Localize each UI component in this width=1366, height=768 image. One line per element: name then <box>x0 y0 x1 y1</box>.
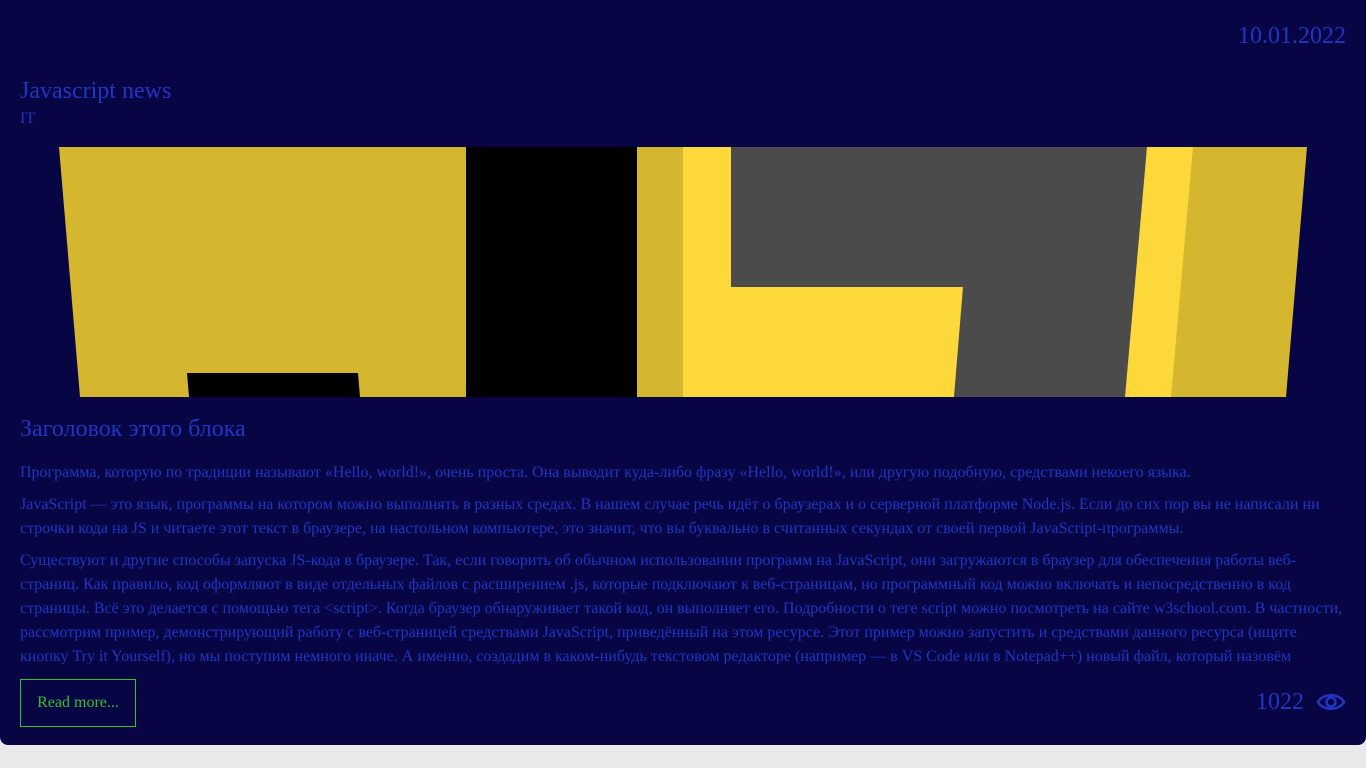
js-logo-banner-image <box>59 147 1307 397</box>
block-heading: Заголовок этого блока <box>20 416 246 442</box>
post-card: 10.01.2022 Javascript news IT Заголовок … <box>0 0 1366 745</box>
article-paragraph: Существуют и другие способы запуска JS-к… <box>20 552 1343 664</box>
views-counter: 1022 <box>1256 686 1346 718</box>
post-title: Javascript news <box>20 78 172 104</box>
article-paragraph: JavaScript — это язык, программы на кото… <box>20 496 1320 537</box>
eye-icon <box>1316 694 1346 710</box>
read-more-button[interactable]: Read more... <box>20 679 136 727</box>
post-category: IT <box>20 110 36 127</box>
article-paragraph: Программа, которую по традиции называют … <box>20 464 1191 481</box>
post-date: 10.01.2022 <box>1238 23 1346 49</box>
article-text: Программа, которую по традиции называют … <box>20 461 1346 664</box>
banner-black-shape <box>187 373 360 397</box>
views-count: 1022 <box>1256 689 1304 715</box>
banner-black-bar <box>466 147 637 397</box>
